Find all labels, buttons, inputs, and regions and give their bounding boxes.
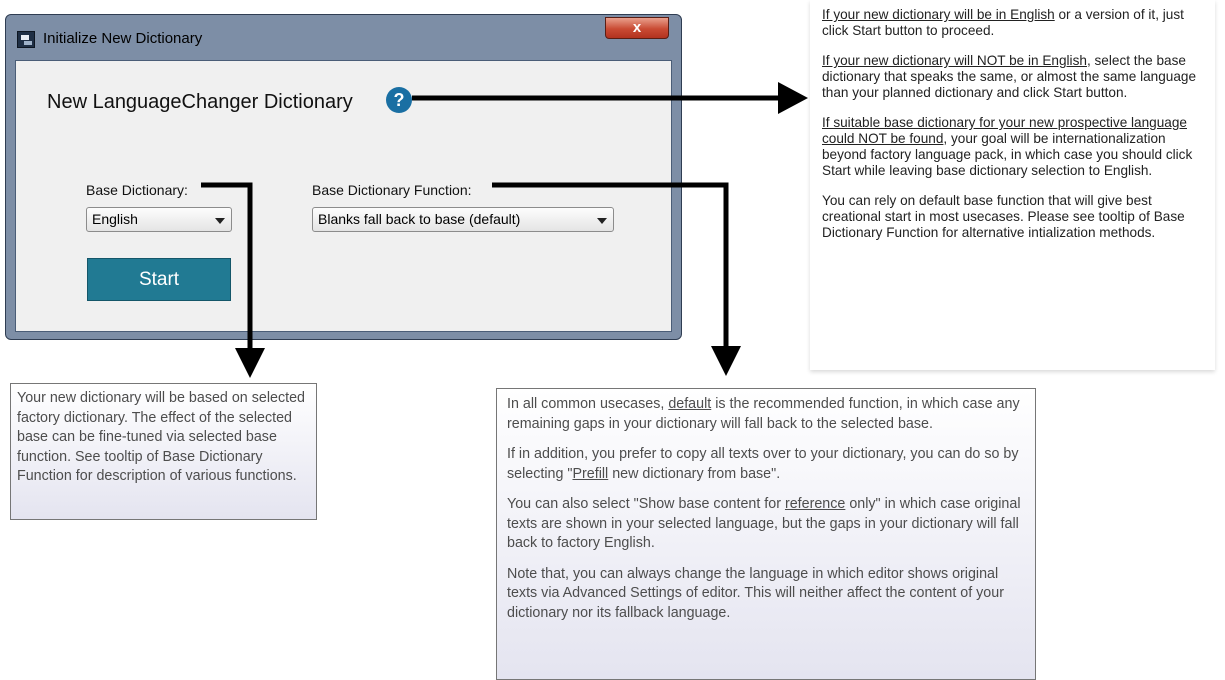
base-function-arrow-line [492, 182, 729, 350]
tooltip-text: new dictionary from base". [608, 465, 781, 482]
base-dictionary-arrowhead [235, 348, 265, 378]
base-function-tooltip: In all common usecases, default is the r… [496, 388, 1036, 680]
help-paragraph-not-found: If suitable base dictionary for your new… [822, 115, 1207, 179]
help-paragraph-english: If your new dictionary will be in Englis… [822, 7, 1207, 39]
tooltip-paragraph-note: Note that, you can always change the lan… [507, 565, 1004, 621]
base-dictionary-tooltip: Your new dictionary will be based on sel… [10, 383, 317, 520]
help-arrowhead [778, 82, 808, 114]
tooltip-paragraph-reference: You can also select "Show base content f… [507, 495, 1025, 554]
help-paragraph-not-english: If your new dictionary will NOT be in En… [822, 53, 1207, 101]
help-underlined-text: If your new dictionary will NOT be in En… [822, 53, 1087, 68]
tooltip-underlined-text: default [668, 396, 712, 412]
help-underlined-text: If your new dictionary will be in Englis… [822, 7, 1055, 22]
help-paragraph-default: You can rely on default base function th… [822, 193, 1185, 240]
base-dictionary-arrow-line [201, 182, 253, 352]
base-function-arrowhead [711, 346, 741, 376]
tooltip-text: In all common usecases, [507, 396, 669, 412]
tooltip-underlined-text: Prefill [572, 465, 609, 482]
tooltip-paragraph-prefill: If in addition, you prefer to copy all t… [507, 445, 1025, 484]
tooltip-text: You can also select "Show base content f… [507, 496, 785, 512]
tooltip-paragraph-default: In all common usecases, default is the r… [507, 395, 1025, 434]
tooltip-underlined-text: reference [784, 496, 846, 512]
help-description: If your new dictionary will be in Englis… [810, 0, 1215, 370]
